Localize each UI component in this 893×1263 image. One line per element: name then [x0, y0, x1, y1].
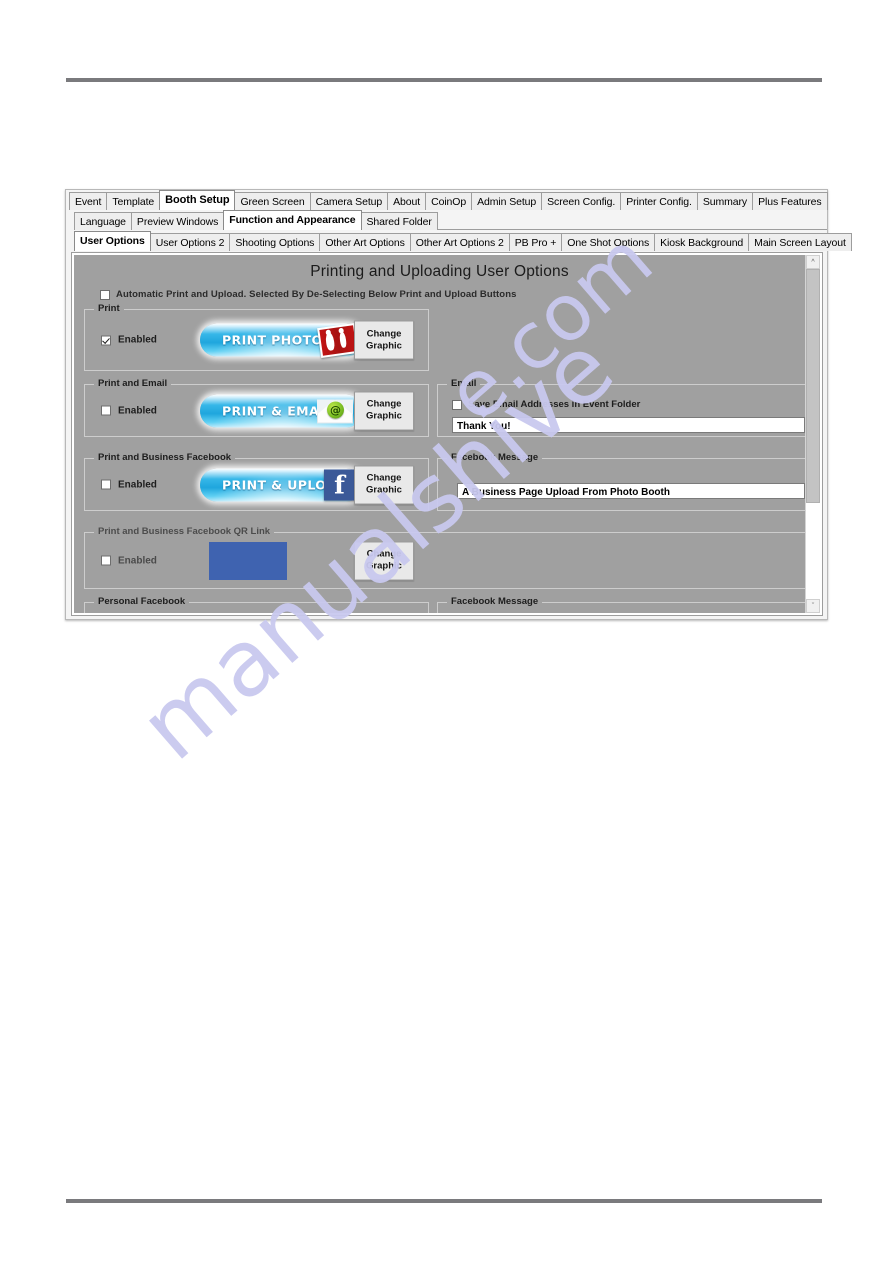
- print-facebook-enabled-row[interactable]: Enabled: [101, 479, 157, 490]
- tab-function-and-appearance[interactable]: Function and Appearance: [223, 210, 362, 230]
- tab-printer-config[interactable]: Printer Config.: [620, 192, 698, 210]
- booth-setup-tab-row: Language Preview Windows Function and Ap…: [66, 210, 827, 230]
- tab-event[interactable]: Event: [69, 192, 108, 210]
- automatic-print-upload-label: Automatic Print and Upload. Selected By …: [116, 289, 517, 300]
- tab-pb-pro-plus[interactable]: PB Pro +: [508, 233, 563, 251]
- options-pane-scrollbar[interactable]: ^ ˇ: [805, 255, 820, 613]
- change-graphic-line2: Graphic: [366, 340, 402, 351]
- options-pane-container: Printing and Uploading User Options Auto…: [71, 252, 823, 616]
- scroll-up-arrow-icon[interactable]: ^: [806, 255, 820, 269]
- function-appearance-tab-row: User Options User Options 2 Shooting Opt…: [66, 230, 852, 251]
- tab-booth-setup[interactable]: Booth Setup: [159, 190, 236, 210]
- change-graphic-line1: Change: [366, 328, 402, 339]
- scrollbar-track[interactable]: [806, 269, 820, 599]
- automatic-print-upload-checkbox[interactable]: [100, 289, 110, 300]
- facebook-qr-graphic[interactable]: [209, 541, 287, 580]
- page-footer-rule: [66, 1199, 822, 1203]
- scrollbar-thumb[interactable]: [806, 269, 820, 504]
- panel-facebook-message-label: Facebook Message: [447, 452, 543, 463]
- email-message-input[interactable]: [452, 417, 805, 433]
- facebook-qr-change-graphic-button[interactable]: Change Graphic: [354, 541, 414, 580]
- print-facebook-change-graphic-button[interactable]: Change Graphic: [354, 465, 414, 504]
- group-personal-facebook: Personal Facebook: [84, 596, 429, 613]
- page-header-rule: [66, 78, 822, 82]
- tab-user-options-2[interactable]: User Options 2: [149, 233, 231, 251]
- panel-facebook-message-2: Facebook Message: [437, 596, 805, 613]
- change-graphic-line2: Graphic: [366, 560, 402, 572]
- tab-other-art-options-2[interactable]: Other Art Options 2: [409, 233, 510, 251]
- scroll-down-arrow-icon[interactable]: ˇ: [806, 599, 820, 613]
- facebook-f-icon: f: [324, 469, 355, 501]
- tab-green-screen[interactable]: Green Screen: [234, 192, 311, 210]
- print-enabled-label: Enabled: [118, 334, 157, 346]
- group-personal-facebook-label: Personal Facebook: [94, 596, 190, 607]
- tab-shooting-options[interactable]: Shooting Options: [229, 233, 321, 251]
- tab-user-options[interactable]: User Options: [74, 231, 151, 251]
- tab-shared-folder[interactable]: Shared Folder: [360, 212, 438, 230]
- save-email-addresses-row[interactable]: Save Email Addresses in Event Folder: [452, 399, 640, 410]
- print-photo-graphic-button[interactable]: PRINT PHOTO: [200, 322, 363, 358]
- print-facebook-enabled-label: Enabled: [118, 479, 157, 490]
- group-facebook-qr-label: Print and Business Facebook QR Link: [94, 526, 275, 537]
- panel-facebook-message-2-label: Facebook Message: [447, 596, 543, 607]
- facebook-qr-enabled-checkbox[interactable]: [101, 555, 111, 566]
- application-window: Event Template Booth Setup Green Screen …: [65, 189, 852, 620]
- print-email-graphic-button[interactable]: PRINT & EMAIL @: [200, 394, 363, 427]
- envelope-at-icon: @: [317, 398, 353, 424]
- group-print-business-facebook-label: Print and Business Facebook: [94, 452, 236, 463]
- change-graphic-line1: Change: [366, 548, 402, 560]
- group-print-and-email-label: Print and Email: [94, 378, 172, 389]
- save-email-addresses-checkbox[interactable]: [452, 399, 462, 410]
- page-title: Printing and Uploading User Options: [310, 263, 569, 280]
- print-email-change-graphic-button[interactable]: Change Graphic: [354, 391, 414, 430]
- group-print-label: Print: [94, 303, 124, 314]
- print-email-enabled-checkbox[interactable]: [101, 405, 111, 416]
- change-graphic-line1: Change: [366, 472, 402, 484]
- tab-one-shot-options[interactable]: One Shot Options: [561, 233, 656, 251]
- tab-kiosk-background[interactable]: Kiosk Background: [654, 233, 750, 251]
- group-print: Print Enabled PRINT PHOTO Change Graphic: [84, 303, 429, 371]
- print-upload-graphic-button[interactable]: PRINT & UPLOAD f: [200, 468, 363, 501]
- change-graphic-line1: Change: [366, 398, 402, 410]
- panel-facebook-message: Facebook Message: [437, 452, 805, 511]
- change-graphic-line2: Graphic: [366, 410, 402, 422]
- automatic-print-upload-row[interactable]: Automatic Print and Upload. Selected By …: [100, 289, 516, 300]
- tab-main-screen-layout[interactable]: Main Screen Layout: [748, 233, 852, 251]
- change-graphic-line2: Graphic: [366, 484, 402, 496]
- panel-email: Email Save Email Addresses in Event Fold…: [437, 378, 805, 437]
- tab-screen-config[interactable]: Screen Config.: [541, 192, 622, 210]
- tab-summary[interactable]: Summary: [696, 192, 754, 210]
- print-enabled-checkbox[interactable]: [101, 335, 111, 345]
- main-tab-row: Event Template Booth Setup Green Screen …: [66, 190, 828, 210]
- tab-plus-features[interactable]: Plus Features: [752, 192, 828, 210]
- tab-admin-setup[interactable]: Admin Setup: [471, 192, 543, 210]
- group-print-and-business-facebook: Print and Business Facebook Enabled PRIN…: [84, 452, 429, 511]
- tab-coinop[interactable]: CoinOp: [425, 192, 473, 210]
- facebook-qr-enabled-label: Enabled: [118, 555, 157, 566]
- group-print-business-facebook-qr: Print and Business Facebook QR Link Enab…: [84, 526, 805, 589]
- tab-camera-setup[interactable]: Camera Setup: [309, 192, 389, 210]
- print-change-graphic-button[interactable]: Change Graphic: [354, 320, 414, 360]
- group-print-and-email: Print and Email Enabled PRINT & EMAIL @: [84, 378, 429, 437]
- booth-setup-tab-row-filler: [436, 211, 827, 230]
- photo-strip-icon: [317, 322, 359, 358]
- tab-other-art-options[interactable]: Other Art Options: [319, 233, 411, 251]
- facebook-message-input[interactable]: [457, 483, 805, 499]
- options-pane: Printing and Uploading User Options Auto…: [74, 255, 805, 613]
- tab-preview-windows[interactable]: Preview Windows: [130, 212, 225, 230]
- facebook-qr-enabled-row[interactable]: Enabled: [101, 555, 157, 566]
- print-enabled-row[interactable]: Enabled: [101, 335, 157, 346]
- tab-template[interactable]: Template: [106, 192, 161, 210]
- panel-email-label: Email: [447, 378, 481, 389]
- save-email-addresses-label: Save Email Addresses in Event Folder: [468, 399, 641, 410]
- tab-language[interactable]: Language: [74, 212, 132, 230]
- tab-about[interactable]: About: [387, 192, 427, 210]
- print-facebook-enabled-checkbox[interactable]: [101, 479, 111, 490]
- print-email-enabled-label: Enabled: [118, 405, 157, 416]
- print-email-button-text: PRINT & EMAIL: [222, 403, 333, 418]
- print-photo-button-text: PRINT PHOTO: [222, 332, 323, 348]
- print-email-enabled-row[interactable]: Enabled: [101, 405, 157, 416]
